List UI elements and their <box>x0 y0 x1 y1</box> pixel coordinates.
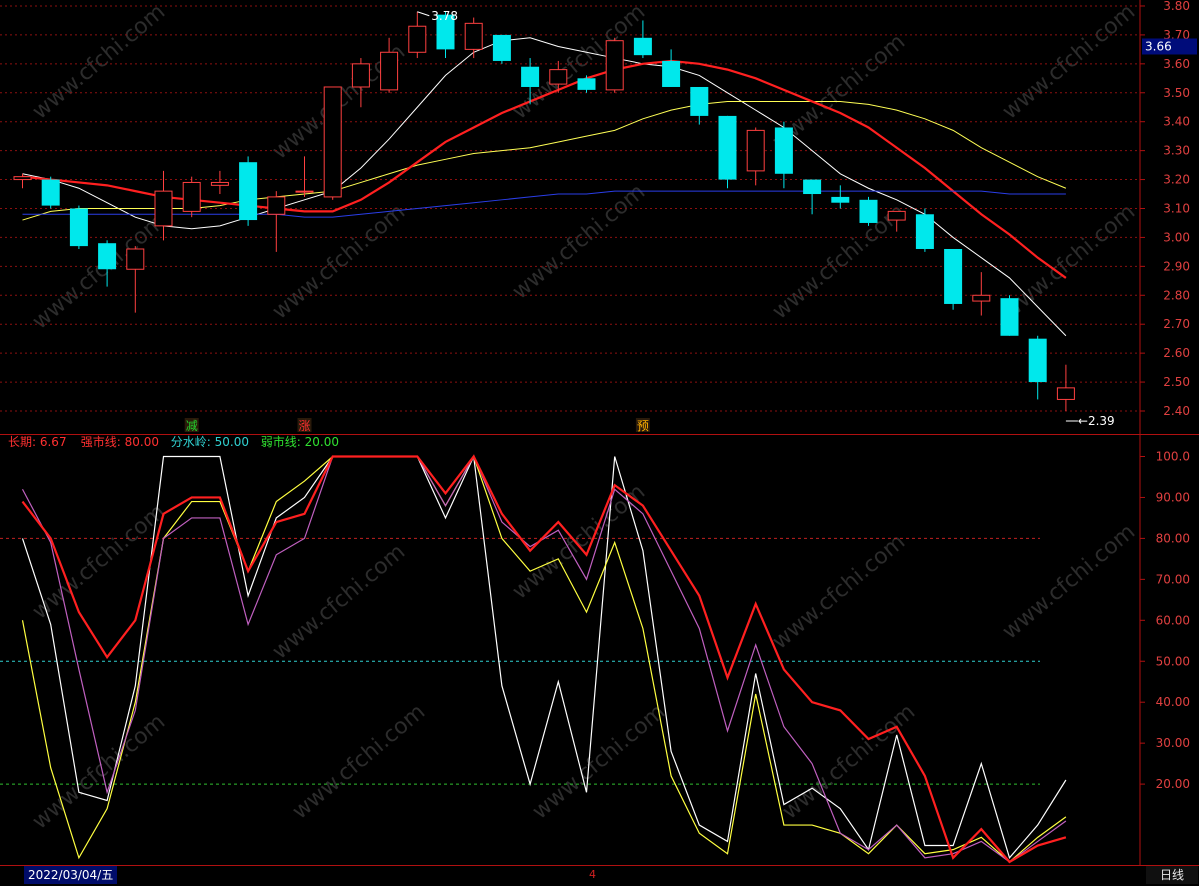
watermark-text: www.cfchi.com <box>268 199 410 324</box>
signal-label: 预 <box>637 419 649 433</box>
high-marker-label: 3.78 <box>431 9 458 23</box>
candle-body <box>859 199 878 223</box>
indicator-tick-label: 80.00 <box>1156 531 1190 545</box>
candle-body <box>718 115 737 180</box>
candle-body <box>69 208 88 247</box>
candle-body <box>98 243 117 270</box>
price-tick-label: 2.40 <box>1163 404 1190 418</box>
price-tick-label: 3.30 <box>1163 144 1190 158</box>
cursor-marker: 4 <box>589 868 596 881</box>
candle-body <box>774 127 793 174</box>
price-tick-label: 3.10 <box>1163 201 1190 215</box>
watermark-text: www.cfchi.com <box>28 709 170 834</box>
high-marker-arrow <box>417 11 430 17</box>
candle-body <box>633 37 652 56</box>
indicator-legend: 长期: 6.67 强市线: 80.00 分水岭: 50.00 弱市线: 20.00 <box>8 434 339 449</box>
candle-body <box>972 294 991 302</box>
watermark-text: www.cfchi.com <box>508 179 650 304</box>
watermark-text: www.cfchi.com <box>998 0 1140 125</box>
candle-body <box>944 248 963 304</box>
watermark-text: www.cfchi.com <box>508 0 650 125</box>
price-axis: 3.803.703.603.503.403.303.203.103.002.90… <box>0 0 1199 866</box>
candle-body <box>239 162 258 221</box>
candle-body <box>351 63 370 88</box>
indicator-tick-label: 70.00 <box>1156 572 1190 586</box>
candle-body <box>13 176 32 181</box>
candle-body <box>521 66 540 87</box>
candle-body <box>549 69 568 85</box>
candle-body <box>690 86 709 116</box>
candle-body <box>408 25 427 53</box>
candle-body <box>803 179 822 195</box>
watermark-layer: www.cfchi.com www.cfchi.com www.cfchi.com w… <box>28 0 1140 835</box>
indicator-tick-label: 40.00 <box>1156 695 1190 709</box>
candle-body <box>577 78 596 90</box>
signal-label: 减 <box>186 419 198 433</box>
moving-average-line <box>22 100 1067 221</box>
candle-body <box>182 181 201 212</box>
indicator-tick-label: 50.00 <box>1156 654 1190 668</box>
stock-chart[interactable]: www.cfchi.com www.cfchi.com www.cfchi.com w… <box>0 0 1199 886</box>
price-tick-label: 3.40 <box>1163 115 1190 129</box>
price-tick-label: 3.20 <box>1163 173 1190 187</box>
current-price-label: 3.66 <box>1145 39 1172 53</box>
watermark-text: www.cfchi.com <box>28 0 170 125</box>
candle-body <box>1000 298 1019 336</box>
price-tick-label: 3.50 <box>1163 86 1190 100</box>
price-tick-label: 2.90 <box>1163 259 1190 273</box>
indicator-tick-label: 20.00 <box>1156 777 1190 791</box>
low-marker-label: ←2.39 <box>1078 414 1115 428</box>
indicator-tick-label: 60.00 <box>1156 613 1190 627</box>
candle-body <box>210 181 229 186</box>
candlestick-panel[interactable]: 3.78 ←2.39 减 涨 预 <box>13 9 1115 433</box>
candle-body <box>154 190 173 227</box>
candle-body <box>41 179 60 206</box>
candle-body <box>295 190 314 193</box>
signal-label: 涨 <box>298 418 310 433</box>
price-tick-label: 2.50 <box>1163 375 1190 389</box>
watermark-text: www.cfchi.com <box>998 519 1140 644</box>
price-tick-label: 2.70 <box>1163 317 1190 331</box>
candle-body <box>887 210 906 221</box>
candle-body <box>267 196 286 215</box>
watermark-text: www.cfchi.com <box>998 199 1140 324</box>
watermark-text: www.cfchi.com <box>268 539 410 664</box>
watermark-text: www.cfchi.com <box>28 499 170 624</box>
indicator-tick-label: 30.00 <box>1156 736 1190 750</box>
candle-body <box>126 248 145 270</box>
price-tick-label: 3.80 <box>1163 0 1190 13</box>
legend-item: 强市线: 80.00 <box>81 434 159 449</box>
candle-body <box>1056 387 1075 400</box>
price-tick-label: 2.60 <box>1163 346 1190 360</box>
price-tick-label: 3.60 <box>1163 57 1190 71</box>
date-label: 2022/03/04/五 <box>24 866 118 884</box>
candle-body <box>915 214 934 249</box>
candle-body <box>662 60 681 87</box>
candle-body <box>1028 338 1047 383</box>
moving-average-line <box>22 190 1066 218</box>
watermark-text: www.cfchi.com <box>288 699 430 824</box>
legend-item: 长期: 6.67 <box>8 435 67 449</box>
candle-body <box>464 22 483 50</box>
legend-item: 弱市线: 20.00 <box>261 434 339 449</box>
indicator-tick-label: 90.00 <box>1156 490 1190 504</box>
candle-body <box>492 34 511 61</box>
candle-body <box>831 196 850 203</box>
watermark-text: www.cfchi.com <box>28 209 170 334</box>
watermark-text: www.cfchi.com <box>528 699 670 824</box>
legend-item: 分水岭: 50.00 <box>171 435 249 449</box>
price-tick-label: 3.00 <box>1163 230 1190 244</box>
indicator-tick-label: 100.0 <box>1156 450 1190 464</box>
candle-body <box>323 86 342 198</box>
candle-body <box>380 51 399 91</box>
period-button[interactable]: 日线 <box>1146 866 1198 884</box>
candle-body <box>605 40 624 91</box>
price-tick-label: 2.80 <box>1163 288 1190 302</box>
candle-body <box>746 129 765 172</box>
watermark-text: www.cfchi.com <box>768 529 910 654</box>
